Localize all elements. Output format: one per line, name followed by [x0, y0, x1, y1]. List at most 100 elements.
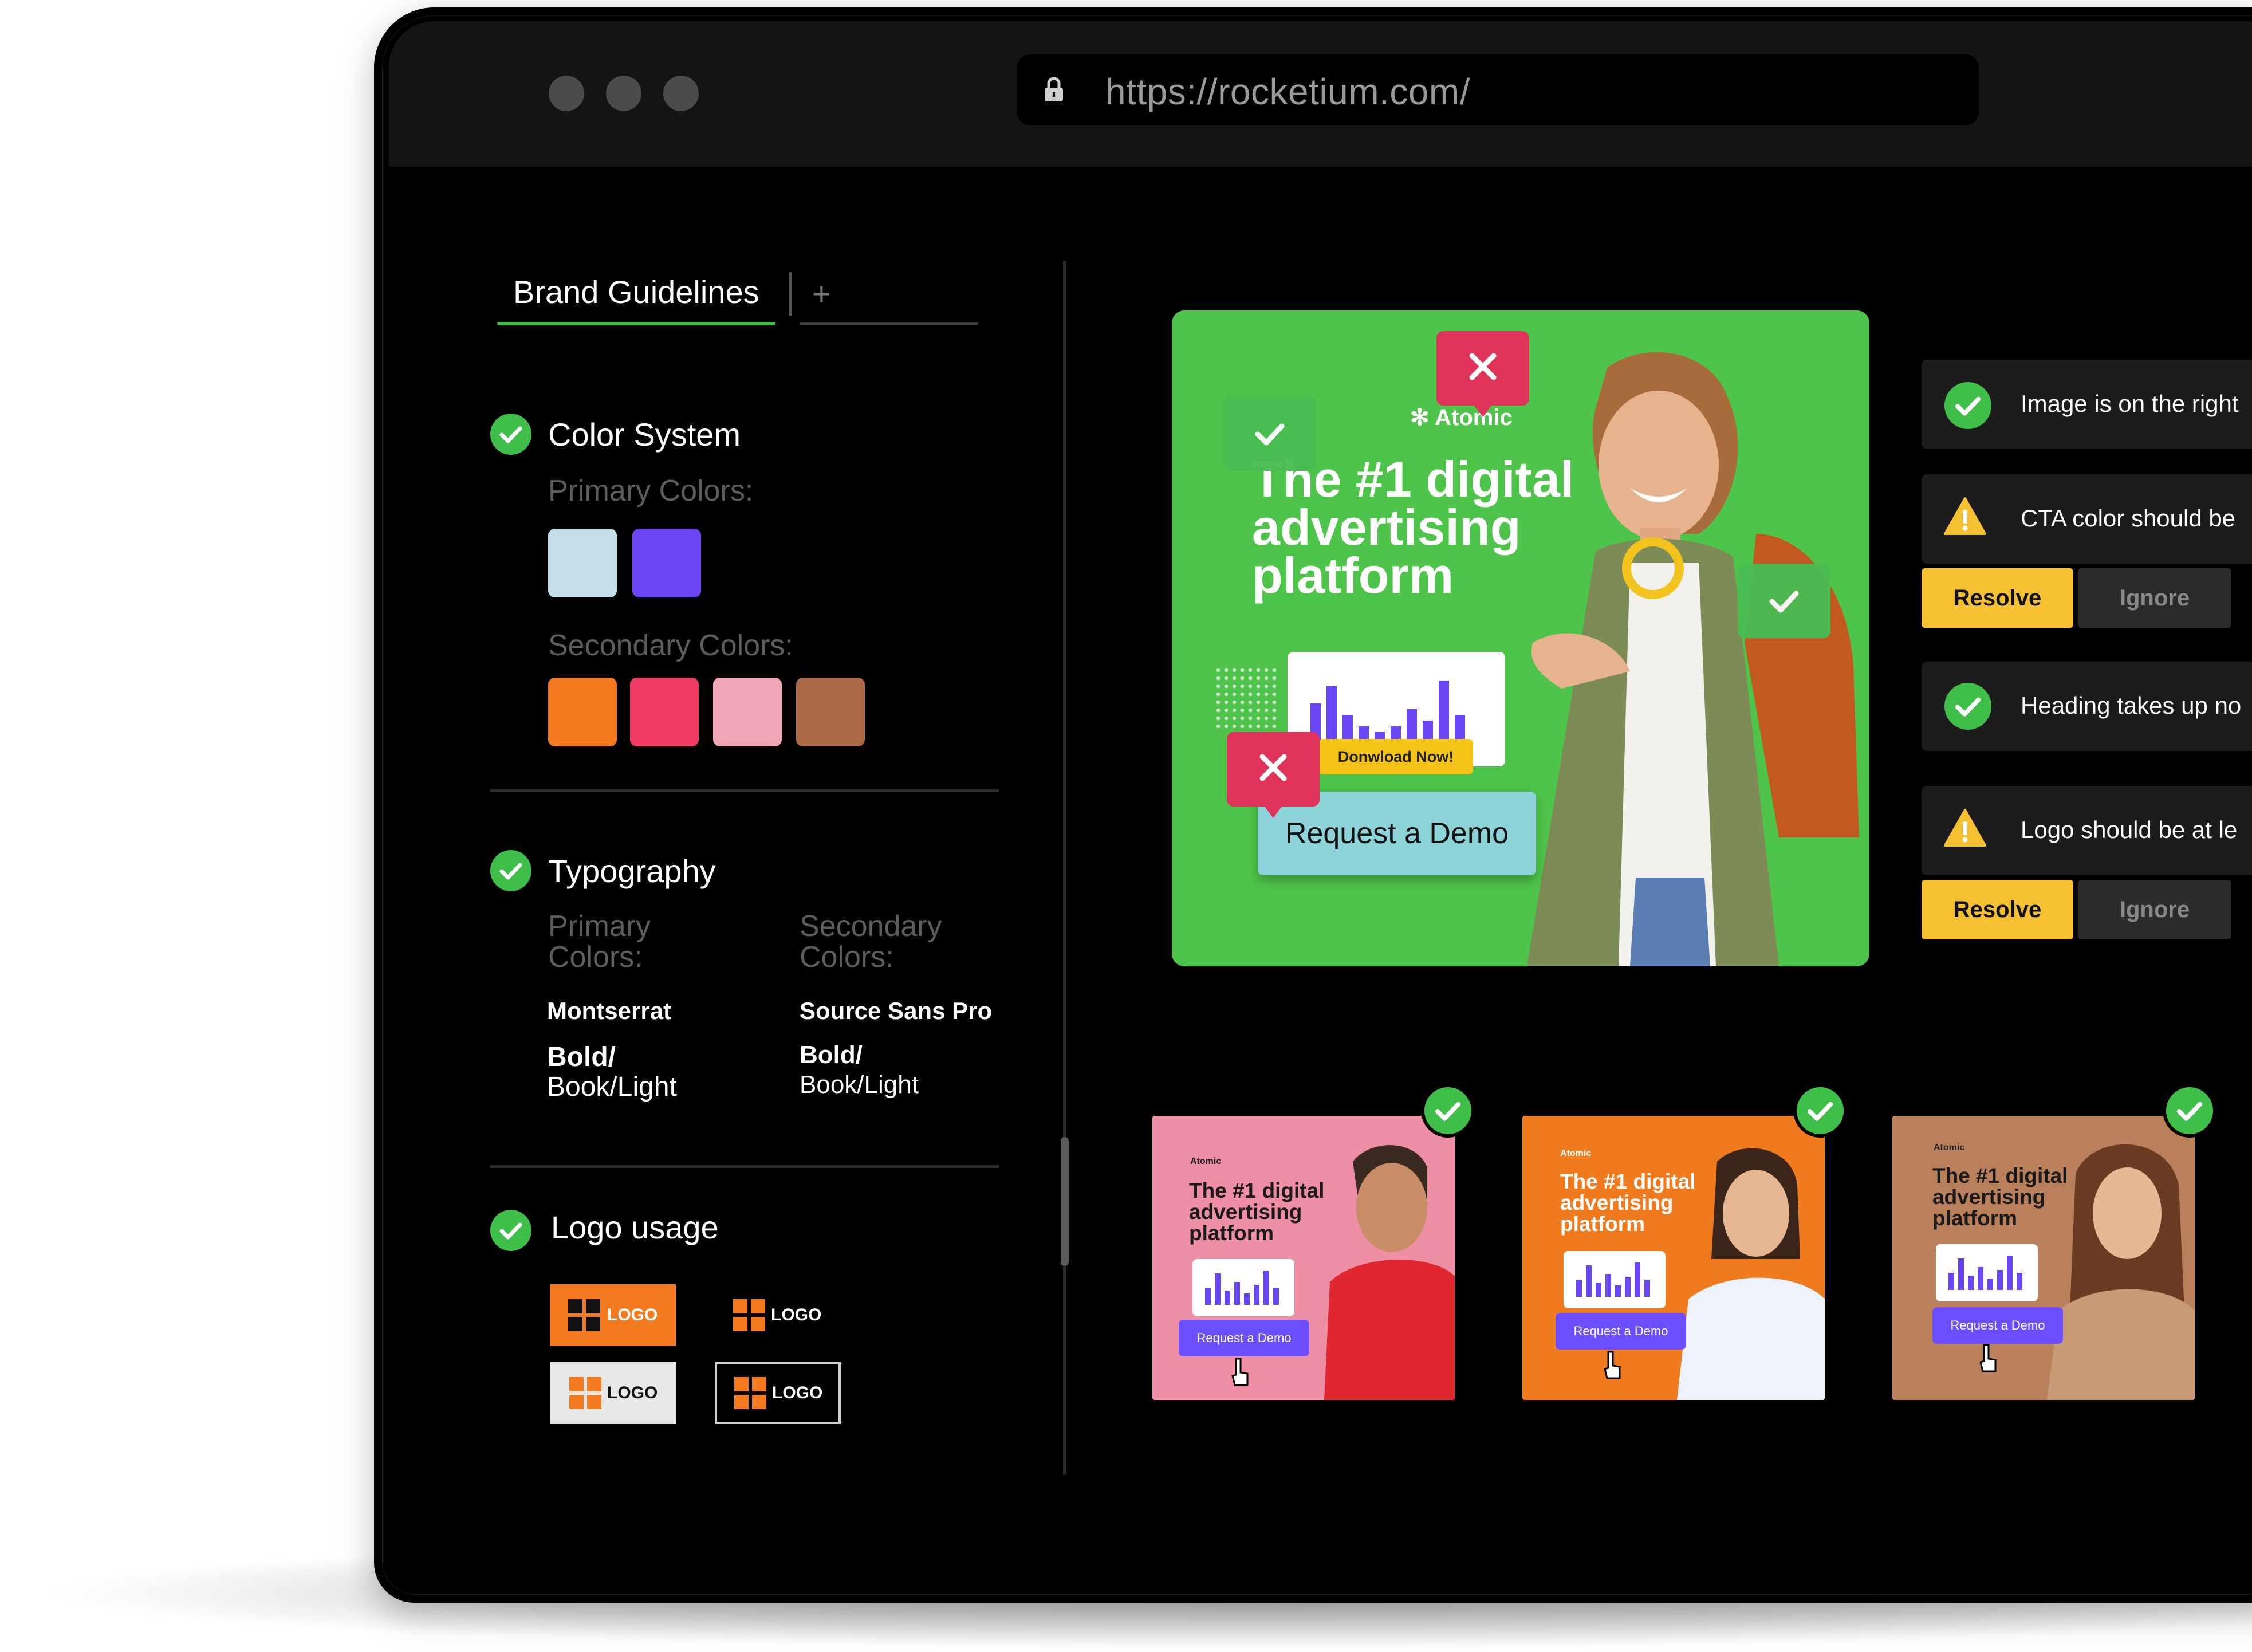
secondary-font-weights: Bold/ Book/Light: [800, 1040, 919, 1100]
panel-divider: [1063, 261, 1066, 1475]
primary-colors-label: Primary Colors:: [548, 474, 754, 508]
logo-mark-icon: [733, 1299, 765, 1331]
issue-text: CTA color should be: [2021, 505, 2236, 532]
success-marker[interactable]: [1223, 396, 1316, 471]
tab-separator: [789, 272, 792, 316]
thumb-chart-bar: [1586, 1265, 1592, 1297]
logo-variant-outlined[interactable]: LOGO: [715, 1362, 841, 1424]
logo-variant-light[interactable]: LOGO: [550, 1362, 676, 1424]
issue-text: Image is on the right: [2021, 390, 2239, 417]
thumb-request-demo-button[interactable]: Request a Demo: [1556, 1313, 1686, 1350]
error-marker[interactable]: [1227, 732, 1320, 818]
ignore-button[interactable]: Ignore: [2078, 880, 2231, 939]
primary-color-swatch[interactable]: [632, 529, 701, 597]
resolve-button[interactable]: Resolve: [1922, 568, 2073, 628]
sidebar-scrollbar[interactable]: [1061, 1137, 1069, 1266]
primary-font-name: Montserrat: [547, 997, 672, 1024]
success-marker[interactable]: [1738, 564, 1830, 638]
url-text[interactable]: https://rocketium.com/: [1105, 63, 1470, 120]
check-icon: [1421, 1084, 1475, 1138]
check-icon: [1769, 591, 1799, 613]
thumb-brand: Atomic: [1560, 1148, 1592, 1158]
hand-cursor-icon: [1604, 1351, 1621, 1379]
secondary-font-name: Source Sans Pro: [800, 997, 993, 1024]
secondary-color-swatch[interactable]: [548, 678, 617, 746]
thumb-chart-bar: [1635, 1262, 1640, 1297]
logo-usage-title: Logo usage: [551, 1209, 719, 1245]
check-icon: [490, 850, 531, 891]
secondary-color-swatch[interactable]: [630, 678, 699, 746]
thumb-chart-bar: [1205, 1288, 1211, 1305]
close-icon: [1259, 754, 1287, 818]
thumb-chart-bars: [1948, 1256, 2022, 1290]
thumb-headline: The #1 digital advertising platform: [1560, 1170, 1696, 1236]
logo-variant-dark[interactable]: LOGO: [716, 1284, 842, 1346]
thumb-request-demo-button[interactable]: Request a Demo: [1179, 1320, 1309, 1356]
bar-chart-graphic: [1564, 1251, 1666, 1308]
secondary-color-swatch[interactable]: [796, 678, 865, 746]
thumb-chart-bar: [1997, 1270, 2003, 1290]
thumb-chart-bar: [1273, 1288, 1279, 1305]
thumb-chart-bar: [1958, 1258, 1964, 1290]
add-tab-button[interactable]: +: [812, 274, 831, 314]
hand-cursor-icon: [1979, 1344, 1997, 1372]
lock-icon: [1045, 77, 1063, 101]
thumb-chart-bar: [1968, 1276, 1974, 1290]
hand-cursor-icon: [1231, 1358, 1249, 1386]
resolve-button[interactable]: Resolve: [1922, 880, 2073, 939]
warning-icon: [1944, 497, 1986, 535]
thumb-request-demo-button[interactable]: Request a Demo: [1932, 1307, 2063, 1344]
secondary-colors-label: Secondary Colors:: [548, 629, 793, 662]
thumb-chart-bar: [1215, 1273, 1221, 1305]
thumb-chart-bar: [1596, 1283, 1601, 1297]
ad-variant-thumbnail[interactable]: Atomic The #1 digital advertising platfo…: [1152, 1116, 1455, 1400]
logo-text: LOGO: [771, 1305, 822, 1324]
bar-chart-graphic: [1192, 1259, 1294, 1316]
thumb-headline: The #1 digital advertising platform: [1189, 1179, 1325, 1245]
window-maximize-dot[interactable]: [663, 76, 699, 111]
person-illustration: [1324, 1145, 1455, 1400]
color-system-title: Color System: [548, 416, 741, 453]
error-marker[interactable]: [1436, 331, 1529, 417]
decorative-dots: [1214, 666, 1277, 729]
thumb-chart-bar: [1576, 1280, 1582, 1297]
thumb-chart-bar: [1948, 1273, 1954, 1290]
typography-title: Typography: [548, 853, 716, 889]
logo-mark-icon: [734, 1377, 766, 1409]
secondary-color-swatch[interactable]: [713, 678, 782, 746]
banner-headline: The #1 digital advertising platform: [1252, 451, 1574, 604]
thumb-chart-bar: [1615, 1285, 1621, 1297]
logo-mark-icon: [568, 1299, 600, 1331]
secondary-font-light: Book/Light: [800, 1071, 919, 1099]
thumb-chart-bar: [1225, 1291, 1230, 1305]
ad-variant-thumbnail[interactable]: Atomic The #1 digital advertising platfo…: [1522, 1116, 1825, 1400]
check-icon: [1255, 423, 1285, 446]
thumb-chart-bar: [1987, 1279, 1993, 1290]
tab-brand-guidelines[interactable]: Brand Guidelines: [513, 269, 759, 315]
ad-variant-thumbnail[interactable]: Atomic The #1 digital advertising platfo…: [1892, 1116, 2195, 1400]
ignore-button[interactable]: Ignore: [2078, 568, 2231, 628]
thumb-headline: The #1 digital advertising platform: [1932, 1164, 2068, 1230]
thumb-chart-bar: [1625, 1277, 1631, 1297]
bar-chart-graphic: [1936, 1244, 2038, 1301]
thumb-chart-bar: [1254, 1285, 1259, 1305]
window-minimize-dot[interactable]: [606, 76, 641, 111]
thumb-chart-bar: [1234, 1282, 1240, 1305]
thumb-brand: Atomic: [1934, 1143, 1965, 1153]
primary-color-swatch[interactable]: [548, 529, 617, 597]
thumb-chart-bars: [1205, 1271, 1279, 1305]
window-close-dot[interactable]: [549, 76, 584, 111]
typography-primary-label: Primary Colors:: [548, 910, 651, 974]
download-now-button[interactable]: Donwload Now!: [1318, 739, 1473, 774]
thumb-chart-bar: [1644, 1280, 1650, 1297]
check-icon: [490, 414, 531, 455]
tab-active-indicator: [497, 322, 775, 325]
atom-icon: ✻: [1410, 405, 1435, 430]
check-icon: [1944, 382, 1991, 429]
thumb-chart-bars: [1576, 1262, 1650, 1297]
logo-text: LOGO: [772, 1383, 823, 1402]
thumb-chart-bar: [1263, 1271, 1269, 1305]
thumb-chart-bar: [1978, 1267, 1983, 1290]
logo-variant-orange[interactable]: LOGO: [550, 1284, 676, 1346]
primary-font-weights: Bold/ Book/Light: [547, 1043, 677, 1102]
